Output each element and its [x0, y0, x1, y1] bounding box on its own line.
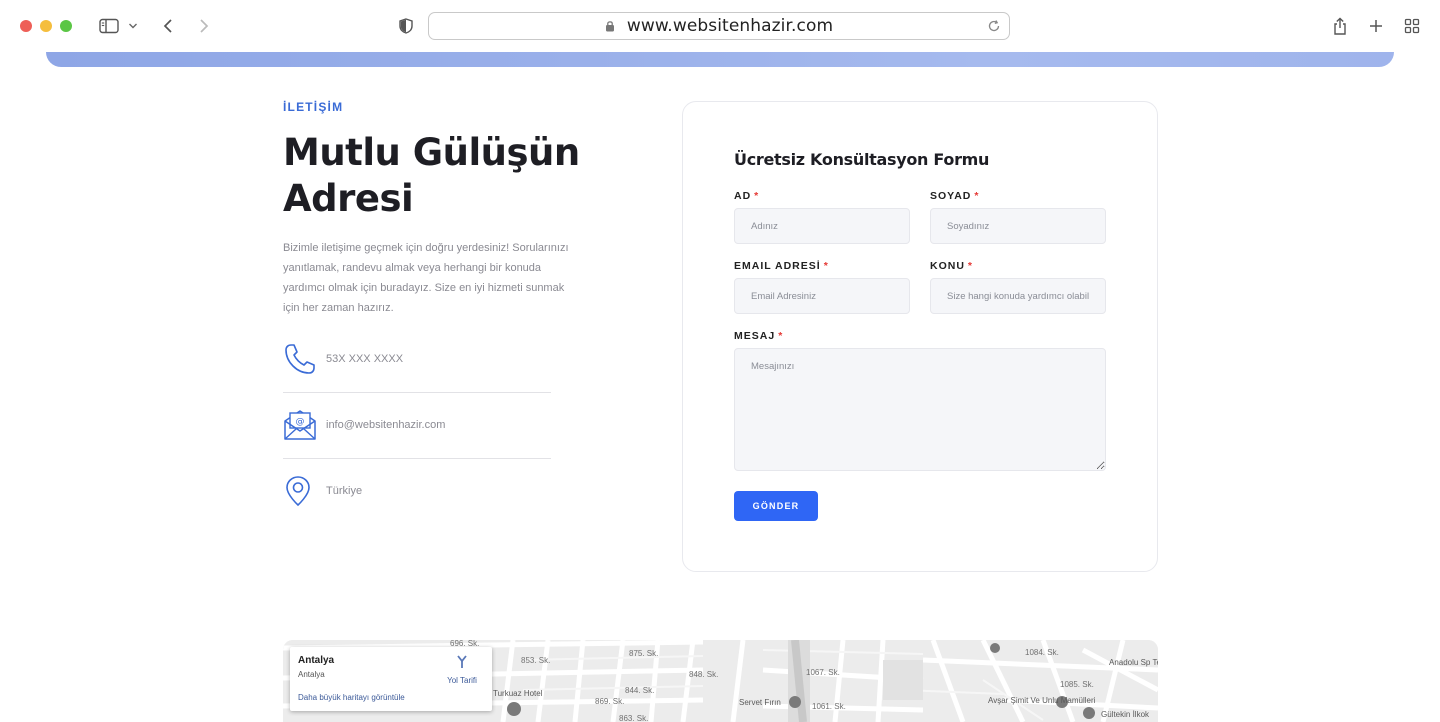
lock-icon	[605, 20, 615, 32]
street-label: 863. Sk.	[619, 714, 649, 722]
message-field[interactable]	[734, 348, 1106, 471]
last-name-field[interactable]	[930, 208, 1106, 244]
map-place-subtitle: Antalya	[298, 670, 325, 679]
new-tab-plus-icon[interactable]	[1366, 12, 1386, 40]
back-arrow-icon[interactable]	[158, 12, 178, 40]
zoom-window-button[interactable]	[60, 20, 72, 32]
hero-banner-bottom	[46, 52, 1394, 67]
page-title-line-2: Adresi	[283, 177, 414, 220]
page-title: Mutlu Gülüşün Adresi	[283, 130, 603, 222]
larger-map-link[interactable]: Daha büyük haritayı görüntüle	[298, 693, 405, 702]
form-title: Ücretsiz Konsültasyon Formu	[734, 150, 990, 169]
svg-text:@: @	[296, 417, 305, 427]
street-label: 1061. Sk.	[812, 702, 846, 711]
street-label: 1084. Sk.	[1025, 648, 1059, 657]
consultation-form-card: Ücretsiz Konsültasyon Formu AD* SOYAD* E…	[682, 101, 1158, 572]
phone-number: 53X XXX XXXX	[326, 353, 404, 365]
chevron-down-icon[interactable]	[126, 12, 140, 40]
first-name-field[interactable]	[734, 208, 910, 244]
directions-icon	[457, 655, 467, 668]
close-window-button[interactable]	[20, 20, 32, 32]
email-address: info@websitenhazir.com	[326, 419, 446, 431]
directions-label: Yol Tarifi	[447, 676, 477, 685]
browser-toolbar: www.websitenhazir.com	[0, 0, 1440, 52]
contact-email[interactable]: @ info@websitenhazir.com	[283, 392, 551, 458]
address-bar[interactable]: www.websitenhazir.com	[428, 12, 1010, 40]
forward-arrow-icon[interactable]	[194, 12, 214, 40]
contact-location[interactable]: Türkiye	[283, 458, 551, 524]
street-label: 844. Sk.	[625, 686, 655, 695]
map-poi: Anadolu Sp Tesisleri ( Antaly	[1109, 658, 1158, 667]
map-poi: Avşar Şimit Ve Unlu Mamülleri	[988, 696, 1096, 705]
map-poi: Turkuaz Hotel	[493, 689, 543, 698]
email-field[interactable]	[734, 278, 910, 314]
page-title-line-1: Mutlu Gülüşün	[283, 131, 580, 174]
share-icon[interactable]	[1330, 12, 1350, 40]
email-label: EMAIL ADRESİ *	[734, 260, 829, 272]
envelope-icon: @	[283, 408, 317, 442]
privacy-shield-icon[interactable]	[396, 12, 416, 40]
subject-label: KONU *	[930, 260, 974, 272]
contact-phone[interactable]: 53X XXX XXXX	[283, 326, 551, 392]
phone-icon	[283, 342, 317, 376]
embedded-map[interactable]: 696. Sk. 853. Sk. 875. Sk. 848. Sk. 844.…	[283, 640, 1158, 722]
tab-overview-icon[interactable]	[1402, 12, 1422, 40]
minimize-window-button[interactable]	[40, 20, 52, 32]
intro-paragraph: Bizimle iletişime geçmek için doğru yerd…	[283, 242, 569, 314]
map-place-card: Antalya Antalya Yol Tarifi Daha büyük ha…	[290, 647, 492, 711]
url-text: www.websitenhazir.com	[626, 16, 834, 36]
map-poi: Gültekin İlkok	[1101, 710, 1150, 719]
street-label: 1085. Sk.	[1060, 680, 1094, 689]
street-label: 1067. Sk.	[806, 668, 840, 677]
street-label: 875. Sk.	[629, 649, 659, 658]
section-eyebrow: İLETİŞİM	[283, 100, 344, 114]
directions-button[interactable]: Yol Tarifi	[444, 655, 480, 685]
message-label: MESAJ *	[734, 330, 784, 342]
street-label: 848. Sk.	[689, 670, 719, 679]
street-label: 853. Sk.	[521, 656, 551, 665]
map-poi: Servet Fırın	[739, 698, 781, 707]
sidebar-toggle-icon[interactable]	[98, 12, 120, 40]
subject-field[interactable]	[930, 278, 1106, 314]
location-pin-icon	[283, 474, 317, 508]
submit-button[interactable]: GÖNDER	[734, 491, 818, 521]
reload-icon[interactable]	[987, 19, 1001, 38]
location-text: Türkiye	[326, 485, 363, 497]
last-name-label: SOYAD *	[930, 190, 980, 202]
map-place-title: Antalya	[298, 655, 335, 666]
first-name-label: AD *	[734, 190, 760, 202]
street-label: 869. Sk.	[595, 697, 625, 706]
